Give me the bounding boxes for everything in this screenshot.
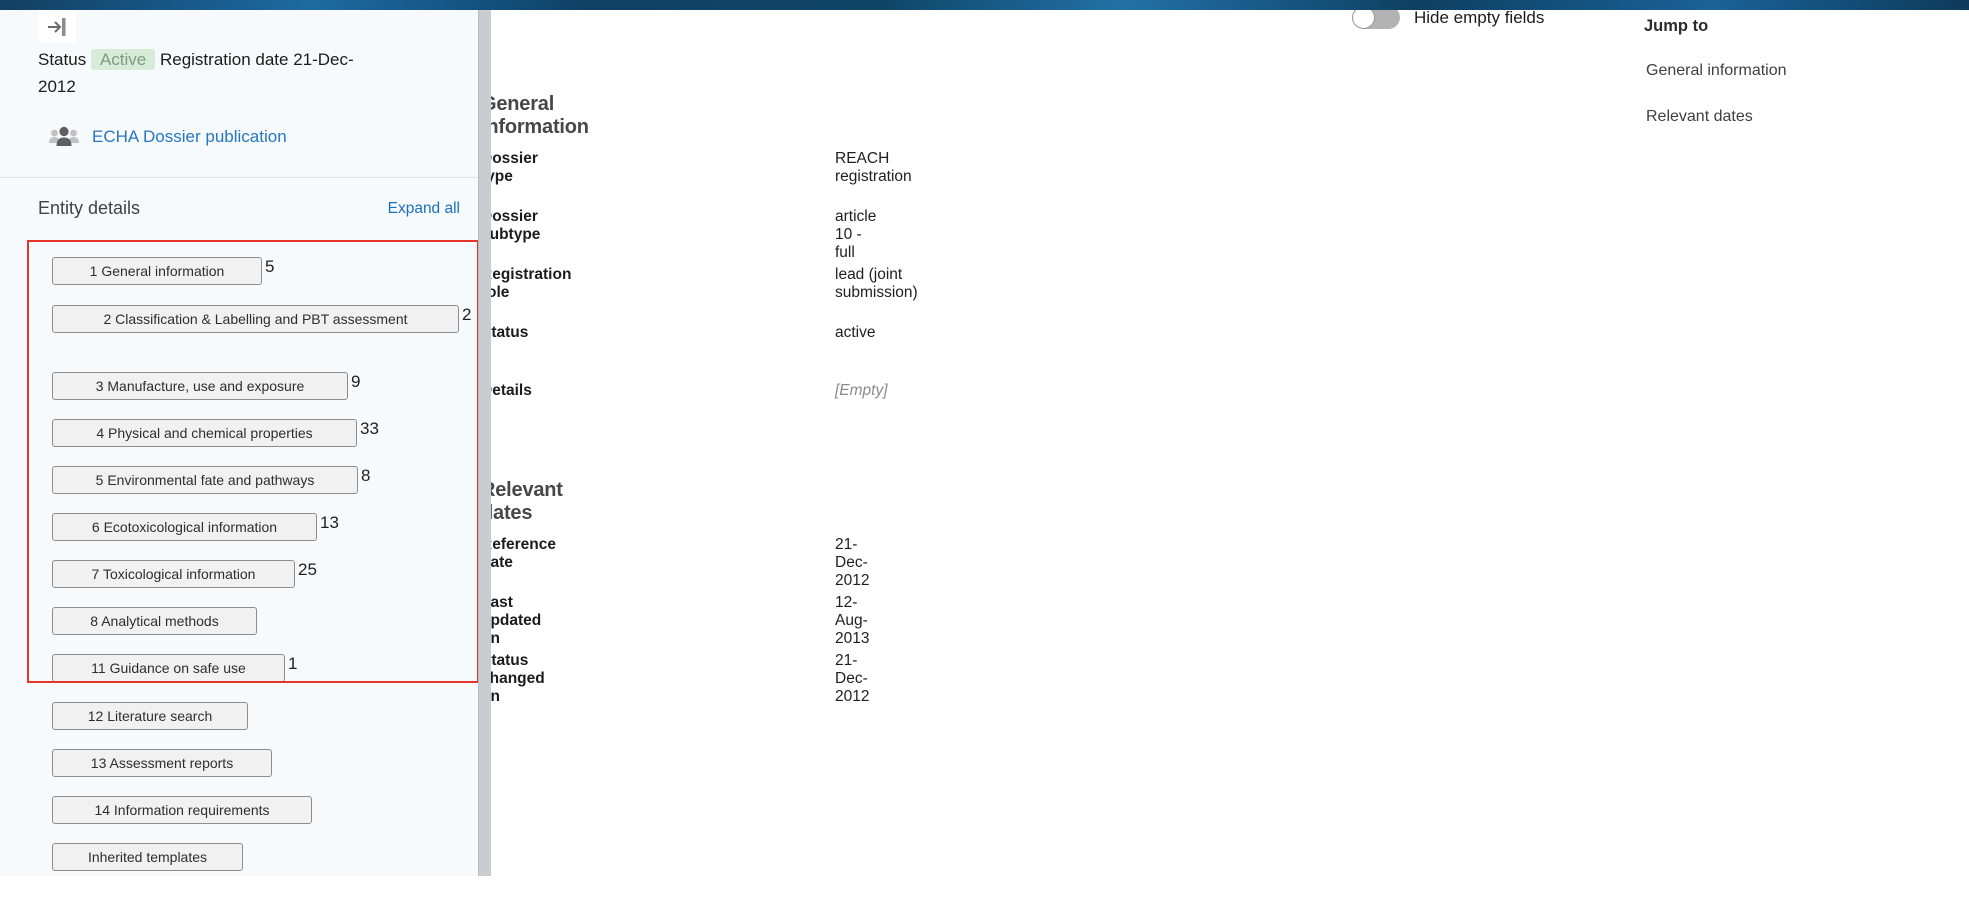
section-count: 1	[288, 654, 297, 672]
field-value: active	[835, 324, 876, 342]
field-value: lead (joint submission)	[835, 266, 918, 302]
section-row: 5 Environmental fate and pathways 8	[52, 466, 370, 494]
status-badge: Active	[91, 49, 155, 70]
field-value: REACH registration	[835, 150, 912, 186]
sidebar-section-button-ecotoxicological-information[interactable]: 6 Ecotoxicological information	[52, 513, 317, 541]
section-row: 4 Physical and chemical properties 33	[52, 419, 379, 447]
section-count: 25	[298, 560, 317, 578]
sidebar-section-button-manufacture-use-exposure[interactable]: 3 Manufacture, use and exposure	[52, 372, 348, 400]
section-row: 12 Literature search	[52, 702, 251, 730]
sidebar-divider	[0, 177, 478, 178]
section-row: 8 Analytical methods	[52, 607, 260, 635]
field-value: 12-Aug-2013	[835, 594, 869, 648]
relevant-dates-title: Relevant dates	[481, 479, 563, 525]
status-line: Status Active Registration date 21-Dec-2…	[38, 46, 374, 100]
entity-link-row: ECHA Dossier publication	[48, 124, 287, 150]
entity-details-title: Entity details	[38, 198, 140, 219]
field-value: article 10 - full	[835, 208, 876, 262]
field-label: Registration role	[481, 266, 571, 302]
hide-empty-fields-label: Hide empty fields	[1414, 8, 1544, 28]
top-navigation-bar	[0, 0, 1969, 10]
jump-to-title: Jump to	[1644, 17, 1708, 36]
section-count: 5	[265, 257, 274, 275]
sidebar-section-button-guidance-on-safe-use[interactable]: 11 Guidance on safe use	[52, 654, 285, 682]
sidebar-section-button-inherited-templates[interactable]: Inherited templates	[52, 843, 243, 871]
sidebar-section-button-analytical-methods[interactable]: 8 Analytical methods	[52, 607, 257, 635]
echa-dossier-publication-link[interactable]: ECHA Dossier publication	[92, 127, 287, 147]
sidebar-scrollbar[interactable]	[478, 10, 491, 876]
sidebar-section-button-information-requirements[interactable]: 14 Information requirements	[52, 796, 312, 824]
sidebar-section-button-literature-search[interactable]: 12 Literature search	[52, 702, 248, 730]
field-value: 21-Dec-2012	[835, 536, 869, 590]
section-row: 2 Classification & Labelling and PBT ass…	[52, 305, 471, 333]
section-row: 13 Assessment reports	[52, 749, 275, 777]
sidebar-section-button-general-information[interactable]: 1 General information	[52, 257, 262, 285]
section-count: 13	[320, 513, 339, 531]
field-value-empty: [Empty]	[835, 382, 888, 400]
section-count: 8	[361, 466, 370, 484]
general-information-title: General information	[481, 93, 589, 139]
sidebar-section-button-toxicological-information[interactable]: 7 Toxicological information	[52, 560, 295, 588]
section-count: 33	[360, 419, 379, 437]
collapse-panel-button[interactable]	[38, 10, 76, 43]
people-group-icon	[48, 124, 80, 150]
section-count: 9	[351, 372, 360, 390]
jump-link-relevant-dates[interactable]: Relevant dates	[1646, 108, 1753, 126]
expand-all-link[interactable]: Expand all	[388, 200, 460, 218]
sidebar-section-button-physical-chemical-properties[interactable]: 4 Physical and chemical properties	[52, 419, 357, 447]
sidebar-section-button-classification-labelling[interactable]: 2 Classification & Labelling and PBT ass…	[52, 305, 459, 333]
section-row: 11 Guidance on safe use 1	[52, 654, 297, 682]
section-count: 2	[462, 305, 471, 323]
arrow-to-bar-right-icon	[45, 17, 69, 37]
status-label: Status	[38, 50, 86, 69]
section-row: 7 Toxicological information 25	[52, 560, 317, 588]
section-row: 1 General information 5	[52, 257, 274, 285]
field-label: Reference date	[481, 536, 556, 572]
jump-link-general-information[interactable]: General information	[1646, 62, 1787, 80]
section-row: 14 Information requirements	[52, 796, 315, 824]
field-value: 21-Dec-2012	[835, 652, 869, 706]
sidebar-section-button-assessment-reports[interactable]: 13 Assessment reports	[52, 749, 272, 777]
section-row: 3 Manufacture, use and exposure 9	[52, 372, 360, 400]
section-row: 6 Ecotoxicological information 13	[52, 513, 339, 541]
section-row: Inherited templates	[52, 843, 246, 871]
entity-details-sidebar: Status Active Registration date 21-Dec-2…	[0, 10, 478, 876]
registration-date-text: Registration date 21-Dec-2012	[38, 50, 354, 96]
sidebar-section-button-environmental-fate[interactable]: 5 Environmental fate and pathways	[52, 466, 358, 494]
